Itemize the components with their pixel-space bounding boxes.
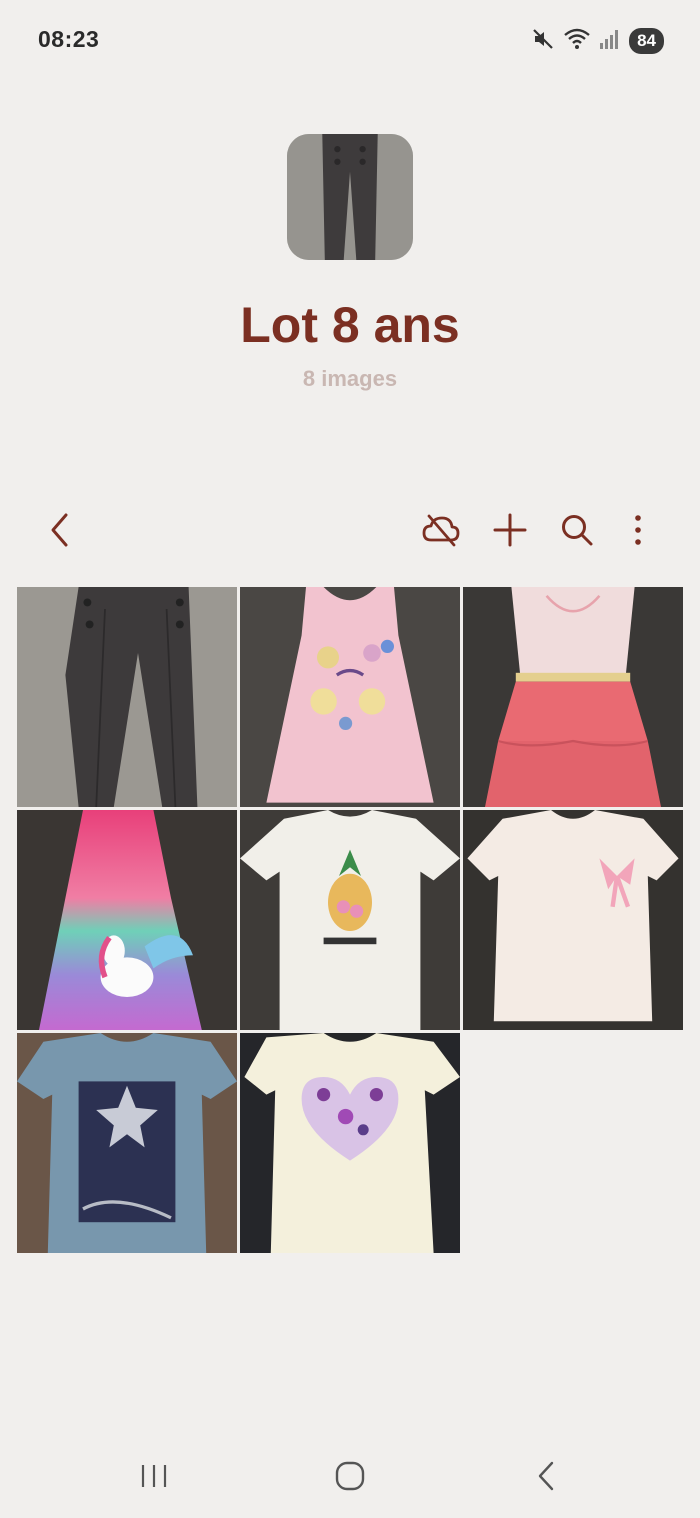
more-options-button[interactable] xyxy=(614,508,662,556)
chevron-left-icon xyxy=(48,512,72,553)
mute-icon xyxy=(531,27,555,56)
recent-apps-button[interactable] xyxy=(124,1456,184,1500)
album-image-count: 8 images xyxy=(302,366,398,391)
photo-thumbnail[interactable] xyxy=(463,587,683,807)
system-back-button[interactable] xyxy=(516,1456,576,1500)
cloud-off-icon xyxy=(421,512,461,553)
status-time: 08:23 xyxy=(38,26,100,52)
photo-thumbnail[interactable] xyxy=(17,810,237,1030)
system-nav-bar xyxy=(0,1440,700,1518)
home-icon xyxy=(335,1461,365,1496)
status-bar: 08:23 84 xyxy=(0,0,700,80)
wifi-icon xyxy=(563,27,591,56)
photo-thumbnail[interactable] xyxy=(240,810,460,1030)
photo-grid xyxy=(17,587,685,1253)
search-icon xyxy=(560,513,594,552)
album-toolbar xyxy=(0,500,700,564)
photo-thumbnail[interactable] xyxy=(240,1033,460,1253)
status-icons: 84 xyxy=(531,26,664,56)
back-button[interactable] xyxy=(36,508,84,556)
add-icon xyxy=(493,513,527,552)
home-button[interactable] xyxy=(320,1456,380,1500)
more-vert-icon xyxy=(633,513,643,552)
cloud-sync-off-button[interactable] xyxy=(417,508,465,556)
back-icon xyxy=(536,1461,556,1496)
photo-thumbnail[interactable] xyxy=(17,587,237,807)
search-button[interactable] xyxy=(553,508,601,556)
signal-icon xyxy=(599,28,621,55)
recent-apps-icon xyxy=(139,1463,169,1494)
add-button[interactable] xyxy=(486,508,534,556)
photo-thumbnail[interactable] xyxy=(240,587,460,807)
battery-indicator: 84 xyxy=(629,28,664,54)
photo-thumbnail[interactable] xyxy=(17,1033,237,1253)
album-cover[interactable] xyxy=(287,134,413,260)
album-title: Lot 8 ans xyxy=(240,297,460,353)
photo-thumbnail[interactable] xyxy=(463,810,683,1030)
